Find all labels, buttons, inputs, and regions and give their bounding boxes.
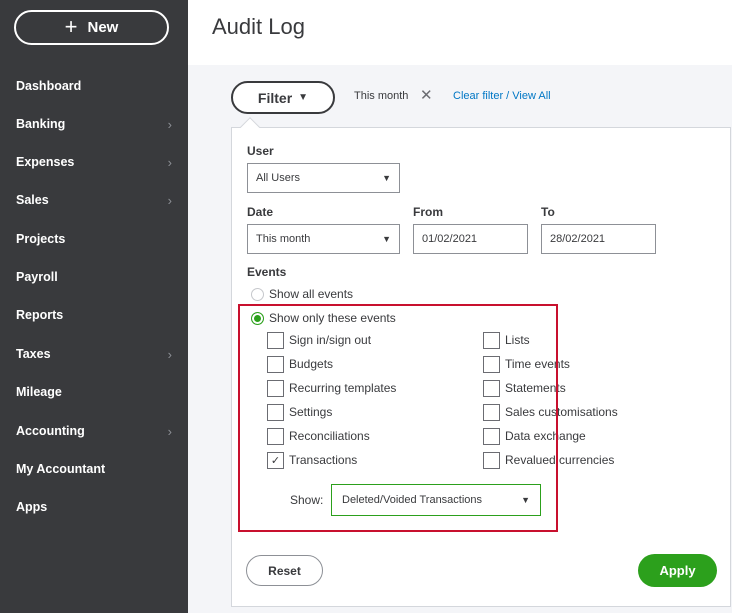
user-select-value: All Users <box>256 172 301 184</box>
checkmark-icon: ✓ <box>270 455 281 467</box>
clear-filter-link[interactable]: Clear filter / View All <box>453 90 551 102</box>
user-label: User <box>247 144 274 158</box>
caret-down-icon: ▼ <box>521 495 530 505</box>
sign-in-out-checkbox[interactable] <box>267 332 284 349</box>
to-date-input[interactable]: 28/02/2021 <box>541 224 656 254</box>
recurring-templates-checkbox[interactable] <box>267 380 284 397</box>
sidebar-item-label: Expenses <box>16 155 75 169</box>
chevron-right-icon: › <box>167 192 172 208</box>
checkbox-label: Time events <box>505 357 570 371</box>
date-select-value: This month <box>256 233 311 245</box>
date-select[interactable]: This month ▼ <box>247 224 400 254</box>
chevron-right-icon: › <box>167 116 172 132</box>
caret-down-icon: ▼ <box>382 173 391 183</box>
checkbox-label: Sign in/sign out <box>289 333 372 347</box>
new-button-label: New <box>87 19 119 36</box>
show-only-events-label: Show only these events <box>269 311 396 325</box>
checkbox-label: Revalued currencies <box>505 453 615 467</box>
checkbox-label: Statements <box>505 381 566 395</box>
caret-down-icon: ▼ <box>382 234 391 244</box>
checkbox-label: Recurring templates <box>289 381 397 395</box>
show-only-events-radio[interactable] <box>251 312 264 325</box>
budgets-checkbox[interactable] <box>267 356 284 373</box>
sidebar-item-label: Dashboard <box>16 79 82 93</box>
sidebar-item-label: Sales <box>16 193 49 207</box>
chevron-right-icon: › <box>167 346 172 362</box>
show-all-events-label: Show all events <box>269 287 354 301</box>
from-label: From <box>413 205 443 219</box>
reset-button[interactable]: Reset <box>246 555 323 586</box>
plus-icon: + <box>64 13 78 39</box>
reconciliations-checkbox[interactable] <box>267 428 284 445</box>
checkbox-label: Budgets <box>289 357 334 371</box>
active-filter-chip: This month <box>354 90 409 102</box>
transactions-checkbox[interactable]: ✓ <box>267 452 284 469</box>
sidebar-item-sales[interactable]: Sales › <box>16 189 176 211</box>
filter-button-label: Filter <box>257 89 293 106</box>
sidebar-item-label: Taxes <box>16 347 51 361</box>
to-date-value: 28/02/2021 <box>550 233 606 245</box>
time-events-checkbox[interactable] <box>483 356 500 373</box>
chevron-right-icon: › <box>167 423 172 439</box>
sidebar-item-payroll[interactable]: Payroll <box>16 266 176 288</box>
page-header: Audit Log <box>188 0 732 65</box>
sidebar-item-label: Apps <box>16 500 48 514</box>
settings-checkbox[interactable] <box>267 404 284 421</box>
checkbox-label: Settings <box>289 405 333 419</box>
checkbox-label: Transactions <box>289 453 358 467</box>
sidebar-item-mileage[interactable]: Mileage <box>16 381 176 403</box>
show-transactions-select[interactable]: Deleted/Voided Transactions ▼ <box>331 484 541 516</box>
checkbox-label: Lists <box>505 333 530 347</box>
sidebar-item-label: Accounting <box>16 424 85 438</box>
page-title: Audit Log <box>212 14 305 39</box>
from-date-value: 01/02/2021 <box>422 233 478 245</box>
sidebar-item-label: My Accountant <box>16 462 106 476</box>
user-select[interactable]: All Users ▼ <box>247 163 400 193</box>
sidebar-item-projects[interactable]: Projects <box>16 228 176 250</box>
events-label: Events <box>247 265 287 279</box>
data-exchange-checkbox[interactable] <box>483 428 500 445</box>
statements-checkbox[interactable] <box>483 380 500 397</box>
sidebar-item-accounting[interactable]: Accounting › <box>16 420 176 442</box>
sidebar-item-label: Projects <box>16 232 66 246</box>
show-label: Show: <box>290 493 324 507</box>
sidebar-item-label: Mileage <box>16 385 62 399</box>
from-date-input[interactable]: 01/02/2021 <box>413 224 528 254</box>
sidebar-item-apps[interactable]: Apps <box>16 496 176 518</box>
sales-customisations-checkbox[interactable] <box>483 404 500 421</box>
filter-button[interactable]: Filter ▼ <box>231 81 335 114</box>
new-button[interactable]: + New <box>14 10 169 45</box>
lists-checkbox[interactable] <box>483 332 500 349</box>
caret-down-icon: ▼ <box>298 92 309 103</box>
sidebar-item-label: Reports <box>16 308 64 322</box>
checkbox-label: Data exchange <box>505 429 586 443</box>
checkbox-label: Sales customisations <box>505 405 618 419</box>
sidebar-item-label: Banking <box>16 117 66 131</box>
close-icon[interactable]: ✕ <box>420 88 433 103</box>
sidebar-item-my-accountant[interactable]: My Accountant <box>16 458 176 480</box>
chevron-right-icon: › <box>167 154 172 170</box>
sidebar: + New Dashboard Banking › Expenses › Sales… <box>0 0 188 613</box>
date-label: Date <box>247 205 274 219</box>
sidebar-item-expenses[interactable]: Expenses › <box>16 151 176 173</box>
to-label: To <box>541 205 555 219</box>
sidebar-item-dashboard[interactable]: Dashboard <box>16 75 176 97</box>
sidebar-item-taxes[interactable]: Taxes › <box>16 343 176 365</box>
revalued-currencies-checkbox[interactable] <box>483 452 500 469</box>
apply-button[interactable]: Apply <box>638 554 717 587</box>
show-all-events-radio[interactable] <box>251 288 264 301</box>
sidebar-item-reports[interactable]: Reports <box>16 304 176 326</box>
sidebar-item-label: Payroll <box>16 270 58 284</box>
sidebar-item-banking[interactable]: Banking › <box>16 113 176 135</box>
show-select-value: Deleted/Voided Transactions <box>342 494 483 506</box>
checkbox-label: Reconciliations <box>289 429 370 443</box>
